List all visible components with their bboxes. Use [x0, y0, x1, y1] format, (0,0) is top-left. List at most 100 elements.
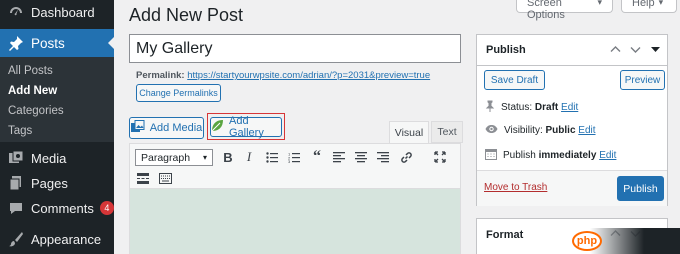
- submenu-add-new[interactable]: Add New: [8, 85, 57, 97]
- permalink-label: Permalink:: [136, 70, 185, 81]
- posts-submenu: All Posts Add New Categories Tags: [0, 57, 114, 142]
- add-media-icon: [130, 120, 145, 136]
- pin-icon: [485, 100, 495, 115]
- format-select-value: Paragraph: [141, 151, 191, 164]
- help-tab[interactable]: Help ▾: [621, 0, 677, 13]
- fullscreen-icon[interactable]: [432, 149, 448, 165]
- preview-button[interactable]: Preview: [620, 70, 665, 90]
- leaf-icon: [211, 119, 224, 135]
- eye-icon: [485, 124, 498, 137]
- format-select[interactable]: Paragraph ▾: [135, 149, 213, 166]
- status-row: Status: Draft Edit: [485, 100, 578, 115]
- editor-toolbar: Paragraph ▾ B I 123 “: [129, 143, 461, 189]
- align-center-icon[interactable]: [353, 149, 369, 165]
- editor-content-area[interactable]: [129, 189, 461, 254]
- read-more-icon[interactable]: [135, 170, 151, 186]
- screen-options-label: Screen Options: [527, 0, 565, 21]
- menu-comments-label: Comments: [31, 200, 94, 216]
- php-watermark: php: [572, 228, 680, 254]
- pages-icon: [7, 174, 25, 192]
- submenu-tags[interactable]: Tags: [8, 125, 32, 137]
- menu-media-label: Media: [31, 150, 67, 166]
- visibility-label: Visibility:: [504, 125, 543, 136]
- pushpin-icon: [7, 34, 25, 52]
- add-gallery-label: Add Gallery: [229, 115, 264, 139]
- align-right-icon[interactable]: [375, 149, 391, 165]
- visibility-value: Public: [545, 125, 576, 136]
- save-draft-label: Save Draft: [490, 74, 539, 86]
- php-logo: php: [572, 231, 602, 251]
- submenu-all-posts[interactable]: All Posts: [8, 65, 53, 77]
- caret-down-icon: ▾: [658, 0, 664, 7]
- permalink-row: Permalink: https://startyourwpsite.com/a…: [136, 70, 430, 81]
- menu-media[interactable]: Media: [0, 144, 114, 172]
- align-left-icon[interactable]: [331, 149, 347, 165]
- svg-text:3: 3: [288, 159, 291, 163]
- submenu-categories[interactable]: Categories: [8, 105, 64, 117]
- comment-bubble-icon: [7, 199, 25, 217]
- collapse-icon[interactable]: [650, 44, 661, 55]
- screen-options-tab[interactable]: Screen Options ▾: [516, 0, 613, 21]
- menu-appearance-label: Appearance: [31, 231, 102, 247]
- admin-sidebar: Dashboard Posts All Posts Add New Catego…: [0, 0, 114, 254]
- italic-icon[interactable]: I: [241, 149, 257, 165]
- blockquote-icon[interactable]: “: [309, 148, 325, 165]
- add-gallery-button[interactable]: Add Gallery: [210, 115, 282, 139]
- tab-visual[interactable]: Visual: [389, 121, 429, 143]
- comments-count-badge: 4: [99, 201, 114, 215]
- status-label: Status:: [501, 102, 533, 113]
- bullet-list-icon[interactable]: [264, 149, 280, 165]
- publish-timing-label: Publish: [503, 150, 536, 161]
- tab-text[interactable]: Text: [431, 121, 463, 143]
- permalink-link[interactable]: https://startyourwpsite.com/adrian/?p=20…: [187, 70, 430, 81]
- change-permalinks-button[interactable]: Change Permalinks: [136, 84, 221, 102]
- menu-comments[interactable]: Comments 4: [0, 194, 114, 222]
- preview-label: Preview: [624, 74, 661, 86]
- publish-timing-value: immediately: [538, 150, 597, 161]
- publish-timing-edit-link[interactable]: Edit: [599, 150, 616, 161]
- post-title-input[interactable]: [129, 34, 461, 63]
- tab-text-label: Text: [437, 126, 457, 138]
- menu-pages-label: Pages: [31, 175, 68, 191]
- format-box-title: Format: [486, 228, 524, 241]
- caret-down-icon: ▾: [202, 153, 207, 162]
- move-to-trash-link[interactable]: Move to Trash: [484, 182, 547, 193]
- move-up-icon[interactable]: [610, 44, 621, 55]
- link-icon[interactable]: [398, 149, 414, 165]
- tab-visual-label: Visual: [394, 126, 424, 139]
- add-media-label: Add Media: [149, 122, 203, 134]
- publish-box-header: Publish: [477, 35, 667, 66]
- page-title: Add New Post: [129, 5, 244, 25]
- main-content: Screen Options ▾ Help ▾ Add New Post Per…: [114, 0, 680, 254]
- menu-posts[interactable]: Posts: [0, 29, 114, 57]
- help-label: Help: [632, 0, 655, 9]
- move-down-icon[interactable]: [630, 44, 641, 55]
- publish-actions: Move to Trash Publish: [477, 170, 667, 206]
- publish-button[interactable]: Publish: [617, 176, 664, 201]
- change-permalinks-label: Change Permalinks: [139, 88, 218, 98]
- menu-pages[interactable]: Pages: [0, 169, 114, 197]
- php-logo-text: php: [576, 235, 598, 247]
- menu-appearance[interactable]: Appearance: [0, 225, 114, 253]
- save-draft-button[interactable]: Save Draft: [484, 70, 545, 90]
- numbered-list-icon[interactable]: 123: [286, 149, 302, 165]
- dashboard-icon: [7, 3, 25, 21]
- publish-box-controls: [610, 44, 661, 55]
- publish-button-label: Publish: [623, 182, 658, 195]
- menu-dashboard-label: Dashboard: [31, 4, 95, 20]
- calendar-icon: [485, 148, 497, 163]
- toolbar-toggle-icon[interactable]: [157, 170, 173, 186]
- menu-dashboard[interactable]: Dashboard: [0, 0, 114, 26]
- caret-down-icon: ▾: [597, 0, 602, 7]
- visibility-row: Visibility: Public Edit: [485, 124, 596, 137]
- add-media-button[interactable]: Add Media: [129, 117, 204, 139]
- status-edit-link[interactable]: Edit: [561, 102, 578, 113]
- menu-posts-label: Posts: [31, 35, 65, 51]
- schedule-row: Publish immediately Edit: [485, 148, 616, 163]
- publish-box-title: Publish: [486, 44, 526, 56]
- visibility-edit-link[interactable]: Edit: [578, 125, 595, 136]
- paintbrush-icon: [7, 230, 25, 248]
- media-icon: [7, 149, 25, 167]
- status-value: Draft: [534, 102, 559, 113]
- bold-icon[interactable]: B: [220, 149, 236, 165]
